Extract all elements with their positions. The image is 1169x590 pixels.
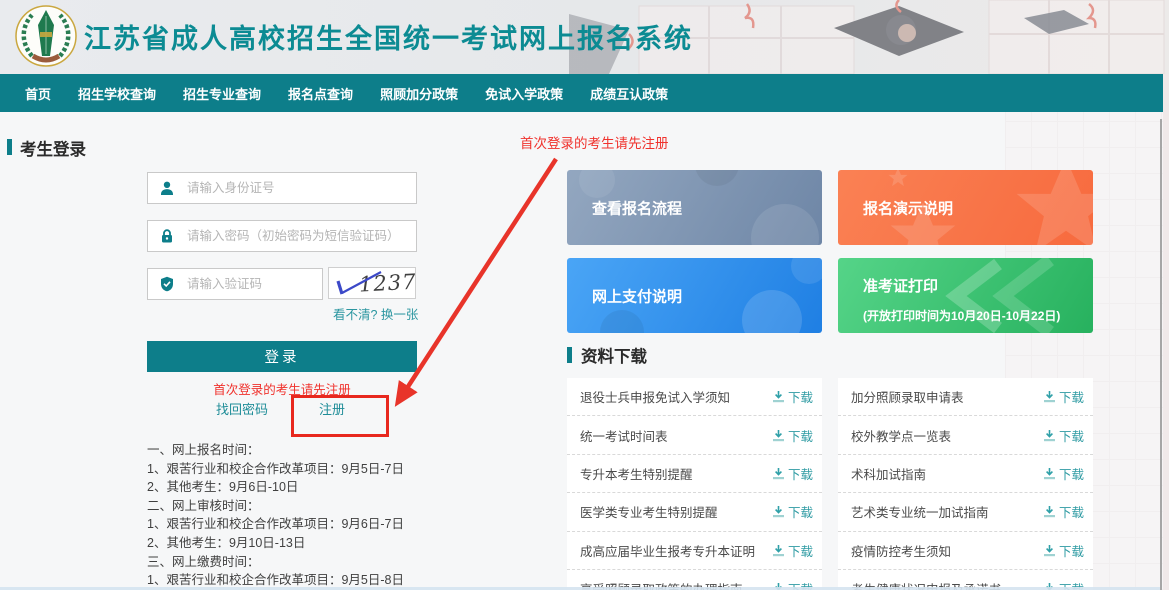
downloads-left-column: 退役士兵申报免试入学须知 下载 统一考试时间表 下载 专升本考生特别提醒 下载 … bbox=[567, 378, 822, 590]
download-row: 专升本考生特别提醒 下载 bbox=[567, 455, 822, 493]
notice-list: 一、网上报名时间： 1、艰苦行业和校企合作改革项目：9月5日-7日 2、其他考生… bbox=[147, 441, 477, 590]
section-bar bbox=[7, 139, 12, 155]
user-icon bbox=[159, 180, 175, 196]
download-link[interactable]: 下载 bbox=[1043, 464, 1084, 483]
main-nav: 首页 招生学校查询 招生专业查询 报名点查询 照顾加分政策 免试入学政策 成绩互… bbox=[0, 74, 1163, 112]
download-link[interactable]: 下载 bbox=[772, 502, 813, 521]
download-icon bbox=[772, 505, 785, 518]
first-login-annotation: 首次登录的考生请先注册 bbox=[520, 132, 669, 152]
download-link[interactable]: 下载 bbox=[1043, 387, 1084, 406]
password-field[interactable] bbox=[147, 220, 417, 252]
download-link[interactable]: 下载 bbox=[1043, 502, 1084, 521]
panel-label: 查看报名流程 bbox=[592, 197, 682, 218]
svg-text:1237: 1237 bbox=[358, 270, 415, 297]
download-link[interactable]: 下载 bbox=[1043, 541, 1084, 560]
download-icon bbox=[1043, 505, 1056, 518]
panel-label: 网上支付说明 bbox=[592, 285, 682, 306]
download-row: 艺术类专业统一加试指南 下载 bbox=[838, 493, 1093, 531]
download-row: 医学类专业考生特别提醒 下载 bbox=[567, 493, 822, 531]
nav-item-school-query[interactable]: 招生学校查询 bbox=[78, 84, 156, 103]
download-icon bbox=[772, 544, 785, 557]
download-link[interactable]: 下载 bbox=[772, 387, 813, 406]
downloads-right-column: 加分照顾录取申请表 下载 校外教学点一览表 下载 术科加试指南 下载 艺术类专业… bbox=[838, 378, 1093, 590]
download-icon bbox=[772, 429, 785, 442]
notice-line: 二、网上审核时间： bbox=[147, 497, 477, 516]
download-row: 校外教学点一览表 下载 bbox=[838, 416, 1093, 454]
notice-line: 三、网上缴费时间： bbox=[147, 553, 477, 572]
page: 江苏省成人高校招生全国统一考试网上报名系统 首页 招生学校查询 招生专业查询 报… bbox=[0, 0, 1169, 590]
login-button[interactable]: 登录 bbox=[147, 341, 417, 372]
nav-item-bonus-policy[interactable]: 照顾加分政策 bbox=[380, 84, 458, 103]
download-icon bbox=[772, 467, 785, 480]
panel-admission-ticket-print[interactable]: 准考证打印 (开放打印时间为10月20日-10月22日) bbox=[838, 258, 1093, 333]
header: 江苏省成人高校招生全国统一考试网上报名系统 bbox=[0, 0, 1169, 74]
captcha-refresh-link[interactable]: 看不清? 换一张 bbox=[333, 304, 418, 323]
notice-line: 2、其他考生：9月6日-10日 bbox=[147, 478, 477, 497]
download-icon bbox=[1043, 544, 1056, 557]
panel-view-registration-process[interactable]: 查看报名流程 bbox=[567, 170, 822, 245]
download-icon bbox=[1043, 429, 1056, 442]
site-logo-emblem-icon bbox=[14, 4, 78, 68]
id-number-field[interactable] bbox=[147, 172, 417, 204]
download-link[interactable]: 下载 bbox=[772, 541, 813, 560]
download-link[interactable]: 下载 bbox=[1043, 426, 1084, 445]
download-row: 统一考试时间表 下载 bbox=[567, 416, 822, 454]
register-highlight-box bbox=[291, 395, 389, 437]
panel-sublabel: (开放打印时间为10月20日-10月22日) bbox=[863, 307, 1060, 324]
nav-item-exemption-policy[interactable]: 免试入学政策 bbox=[485, 84, 563, 103]
panel-registration-demo[interactable]: 报名演示说明 bbox=[838, 170, 1093, 245]
notice-line: 2、其他考生：9月10日-13日 bbox=[147, 534, 477, 553]
download-link[interactable]: 下载 bbox=[772, 426, 813, 445]
nav-item-major-query[interactable]: 招生专业查询 bbox=[183, 84, 261, 103]
id-number-input[interactable] bbox=[185, 180, 416, 196]
captcha-field[interactable] bbox=[147, 268, 323, 300]
section-bar bbox=[567, 347, 572, 363]
forgot-password-link[interactable]: 找回密码 bbox=[216, 399, 268, 418]
page-right-margin bbox=[1163, 74, 1169, 590]
download-icon bbox=[1043, 467, 1056, 480]
nav-item-score-policy[interactable]: 成绩互认政策 bbox=[590, 84, 668, 103]
site-title: 江苏省成人高校招生全国统一考试网上报名系统 bbox=[84, 17, 693, 56]
password-input[interactable] bbox=[185, 228, 416, 244]
download-row: 退役士兵申报免试入学须知 下载 bbox=[567, 378, 822, 416]
download-row: 术科加试指南 下载 bbox=[838, 455, 1093, 493]
nav-item-reg-point-query[interactable]: 报名点查询 bbox=[288, 84, 353, 103]
panel-label: 报名演示说明 bbox=[863, 197, 953, 218]
notice-line: 1、艰苦行业和校企合作改革项目：9月6日-7日 bbox=[147, 515, 477, 534]
download-icon bbox=[1043, 390, 1056, 403]
login-section-title: 考生登录 bbox=[20, 136, 86, 160]
captcha-input[interactable] bbox=[185, 276, 322, 292]
notice-line: 一、网上报名时间： bbox=[147, 441, 477, 460]
download-icon bbox=[772, 390, 785, 403]
scrollbar[interactable] bbox=[1160, 119, 1162, 590]
lock-icon bbox=[159, 228, 175, 244]
shield-check-icon bbox=[159, 276, 175, 292]
download-row: 疫情防控考生须知 下载 bbox=[838, 532, 1093, 570]
downloads-section-title: 资料下载 bbox=[581, 343, 647, 367]
panel-label: 准考证打印 bbox=[863, 275, 938, 296]
download-row: 成高应届毕业生报考专升本证明 下载 bbox=[567, 532, 822, 570]
download-link[interactable]: 下载 bbox=[772, 464, 813, 483]
panel-online-payment-info[interactable]: 网上支付说明 bbox=[567, 258, 822, 333]
notice-line: 1、艰苦行业和校企合作改革项目：9月5日-7日 bbox=[147, 460, 477, 479]
download-row: 加分照顾录取申请表 下载 bbox=[838, 378, 1093, 416]
captcha-image[interactable]: 1237 bbox=[328, 267, 416, 299]
nav-item-home[interactable]: 首页 bbox=[25, 84, 51, 103]
